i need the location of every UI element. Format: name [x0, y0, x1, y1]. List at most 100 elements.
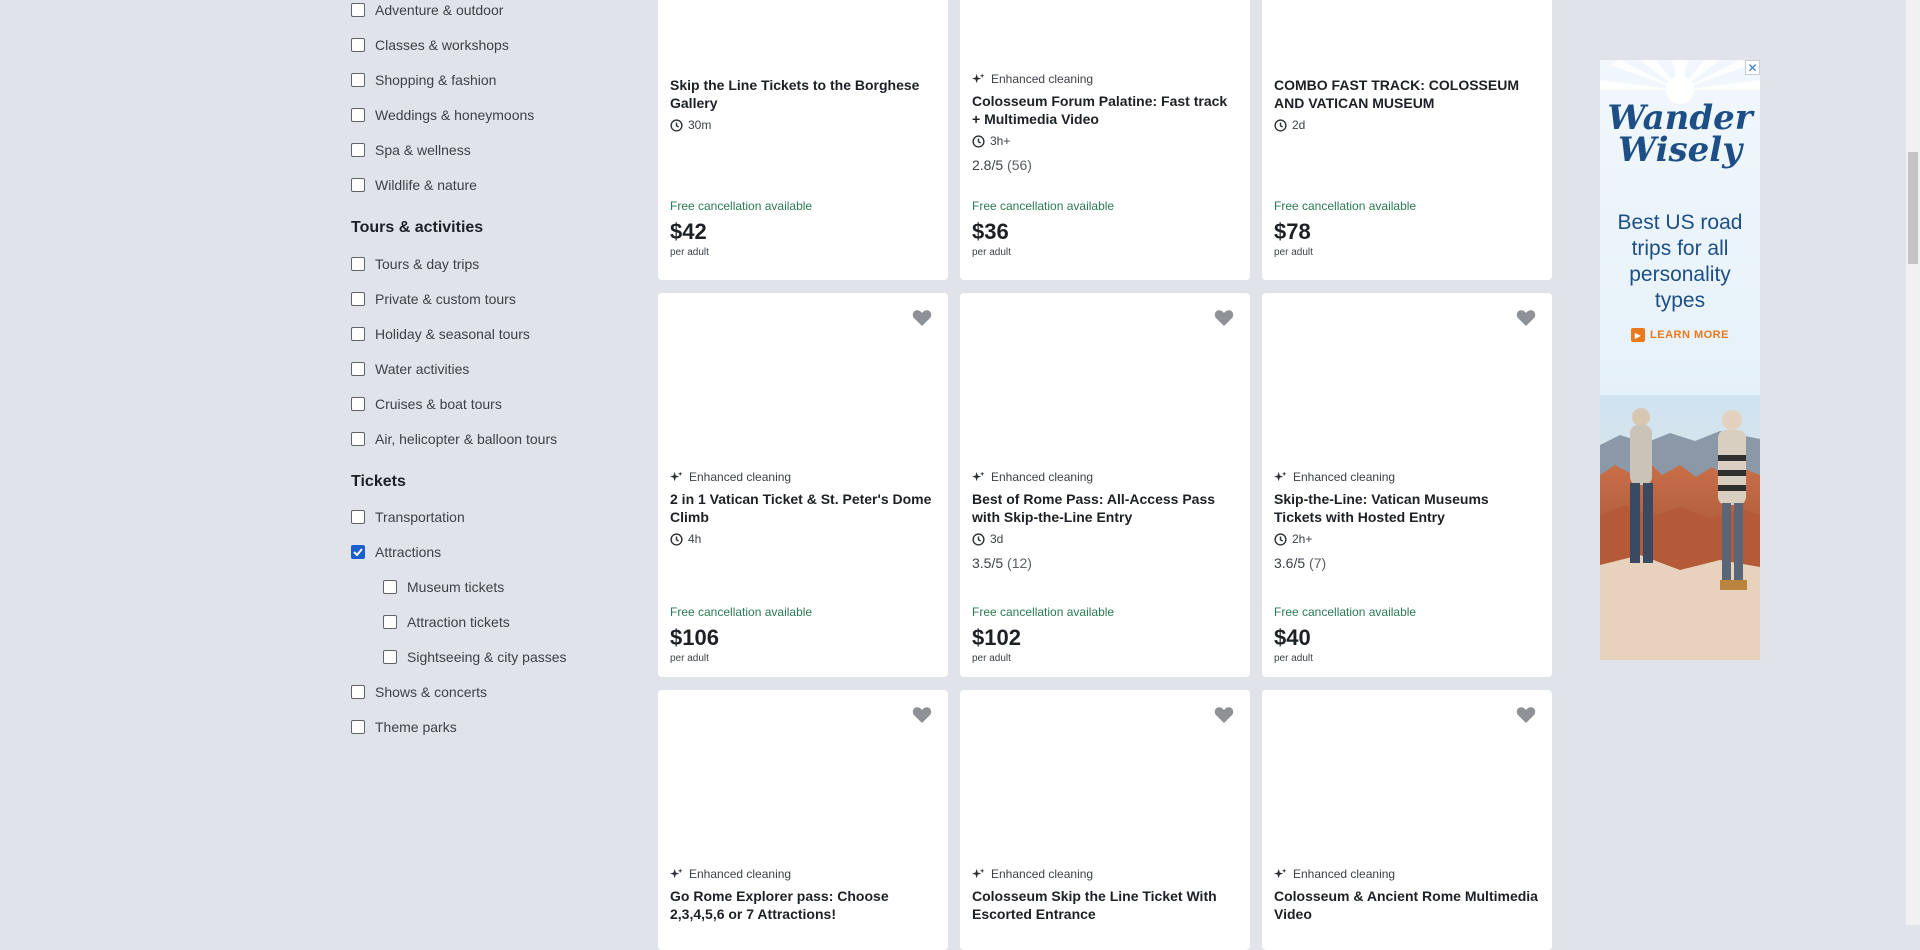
filter-spa-wellness[interactable]: Spa & wellness [351, 140, 471, 160]
product-card[interactable]: Enhanced cleaning Colosseum Forum Palati… [960, 0, 1250, 280]
filter-shows-concerts[interactable]: Shows & concerts [351, 682, 487, 702]
checkbox[interactable] [351, 257, 365, 271]
checkbox[interactable] [383, 580, 397, 594]
product-card[interactable]: Skip the Line Tickets to the Borghese Ga… [658, 0, 948, 280]
filter-label: Wildlife & nature [375, 177, 477, 193]
price: $36 [972, 219, 1009, 244]
filter-cruises-boat-tours[interactable]: Cruises & boat tours [351, 394, 502, 414]
checkbox[interactable] [351, 292, 365, 306]
heart-icon[interactable] [1516, 309, 1536, 327]
checkbox[interactable] [351, 397, 365, 411]
price: $78 [1274, 219, 1311, 244]
product-title[interactable]: COMBO FAST TRACK: COLOSSEUM AND VATICAN … [1274, 76, 1540, 112]
checkbox[interactable] [351, 73, 365, 87]
product-card[interactable]: Enhanced cleaning Colosseum & Ancient Ro… [1262, 690, 1552, 950]
enhanced-text: Enhanced cleaning [991, 867, 1094, 881]
ad-close-button[interactable]: ✕ [1745, 60, 1760, 75]
checkbox-checked[interactable] [351, 545, 365, 559]
filter-private-custom-tours[interactable]: Private & custom tours [351, 289, 516, 309]
product-card[interactable]: Enhanced cleaning 2 in 1 Vatican Ticket … [658, 293, 948, 677]
filter-tours-day-trips[interactable]: Tours & day trips [351, 254, 479, 274]
heart-icon[interactable] [1516, 706, 1536, 724]
filter-attractions[interactable]: Attractions [351, 542, 441, 562]
filter-attraction-tickets[interactable]: Attraction tickets [383, 612, 510, 632]
checkbox[interactable] [351, 143, 365, 157]
filter-label: Transportation [375, 509, 465, 525]
product-card[interactable]: Enhanced cleaning Go Rome Explorer pass:… [658, 690, 948, 950]
price-block: Free cancellation available $42 per adul… [670, 199, 812, 258]
checkbox[interactable] [351, 327, 365, 341]
heart-icon[interactable] [912, 706, 932, 724]
filter-label: Attraction tickets [407, 614, 510, 630]
filter-label: Weddings & honeymoons [375, 107, 535, 123]
filter-transportation[interactable]: Transportation [351, 507, 465, 527]
filter-shopping-fashion[interactable]: Shopping & fashion [351, 70, 496, 90]
checkbox[interactable] [351, 38, 365, 52]
sparkle-icon [972, 470, 985, 481]
checkbox[interactable] [383, 615, 397, 629]
filter-sightseeing-city-passes[interactable]: Sightseeing & city passes [383, 647, 567, 667]
checkbox[interactable] [351, 510, 365, 524]
price-unit: per adult [1274, 247, 1313, 258]
checkbox[interactable] [383, 650, 397, 664]
advertisement[interactable]: ✕ Wander Wisely Best US road trips for a… [1600, 60, 1760, 660]
product-card[interactable]: Enhanced cleaning Skip-the-Line: Vatican… [1262, 293, 1552, 677]
product-duration: 2d [1274, 117, 1540, 133]
price-unit: per adult [1274, 653, 1313, 664]
checkbox[interactable] [351, 432, 365, 446]
product-title[interactable]: Skip-the-Line: Vatican Museums Tickets w… [1274, 490, 1540, 526]
filter-label: Museum tickets [407, 579, 505, 595]
product-card[interactable]: Enhanced cleaning Best of Rome Pass: All… [960, 293, 1250, 677]
free-cancellation: Free cancellation available [1274, 605, 1417, 619]
heart-icon[interactable] [912, 309, 932, 327]
filter-label: Classes & workshops [375, 37, 509, 53]
ad-learn-more-button[interactable]: ▶ LEARN MORE [1600, 328, 1760, 342]
enhanced-cleaning-badge: Enhanced cleaning [670, 866, 936, 882]
rating: 3.5/5 (12) [972, 555, 1238, 571]
filter-label: Holiday & seasonal tours [375, 326, 530, 342]
checkbox[interactable] [351, 178, 365, 192]
enhanced-cleaning-badge: Enhanced cleaning [670, 469, 936, 485]
filter-weddings-honeymoons[interactable]: Weddings & honeymoons [351, 105, 534, 125]
checkbox[interactable] [351, 3, 365, 17]
clock-icon [670, 118, 683, 132]
product-duration: 3h+ [972, 133, 1238, 149]
filter-classes-workshops[interactable]: Classes & workshops [351, 35, 509, 55]
product-duration: 4h [670, 531, 936, 547]
heart-icon[interactable] [1214, 309, 1234, 327]
product-title[interactable]: Go Rome Explorer pass: Choose 2,3,4,5,6 … [670, 887, 936, 923]
product-title[interactable]: Colosseum & Ancient Rome Multimedia Vide… [1274, 887, 1540, 923]
filter-water-activities[interactable]: Water activities [351, 359, 469, 379]
product-title[interactable]: Skip the Line Tickets to the Borghese Ga… [670, 76, 936, 112]
filter-museum-tickets[interactable]: Museum tickets [383, 577, 504, 597]
filter-theme-parks[interactable]: Theme parks [351, 717, 457, 737]
scrollbar-thumb[interactable] [1908, 152, 1918, 264]
page-scrollbar[interactable] [1906, 0, 1920, 925]
enhanced-cleaning-badge: Enhanced cleaning [1274, 866, 1540, 882]
section-title-tours: Tours & activities [351, 219, 484, 236]
checkbox[interactable] [351, 720, 365, 734]
enhanced-cleaning-badge: Enhanced cleaning [972, 469, 1238, 485]
filter-label: Sightseeing & city passes [407, 649, 567, 665]
price-block: Free cancellation available $36 per adul… [972, 199, 1114, 258]
enhanced-cleaning-badge: Enhanced cleaning [972, 71, 1238, 87]
duration-text: 3d [990, 532, 1004, 546]
filter-adventure-outdoor[interactable]: Adventure & outdoor [351, 0, 503, 20]
filter-holiday-seasonal-tours[interactable]: Holiday & seasonal tours [351, 324, 530, 344]
product-card[interactable]: COMBO FAST TRACK: COLOSSEUM AND VATICAN … [1262, 0, 1552, 280]
product-duration: 3d [972, 531, 1238, 547]
rating: 2.8/5 (56) [972, 157, 1238, 173]
checkbox[interactable] [351, 685, 365, 699]
enhanced-text: Enhanced cleaning [1293, 867, 1396, 881]
heart-icon[interactable] [1214, 706, 1234, 724]
filter-air-helicopter-balloon[interactable]: Air, helicopter & balloon tours [351, 429, 557, 449]
product-title[interactable]: Colosseum Forum Palatine: Fast track + M… [972, 92, 1238, 128]
product-card[interactable]: Enhanced cleaning Colosseum Skip the Lin… [960, 690, 1250, 950]
ad-logo-line: Wisely [1618, 130, 1742, 170]
product-title[interactable]: 2 in 1 Vatican Ticket & St. Peter's Dome… [670, 490, 936, 526]
product-title[interactable]: Colosseum Skip the Line Ticket With Esco… [972, 887, 1238, 923]
filter-wildlife-nature[interactable]: Wildlife & nature [351, 175, 477, 195]
checkbox[interactable] [351, 108, 365, 122]
checkbox[interactable] [351, 362, 365, 376]
product-title[interactable]: Best of Rome Pass: All-Access Pass with … [972, 490, 1238, 526]
